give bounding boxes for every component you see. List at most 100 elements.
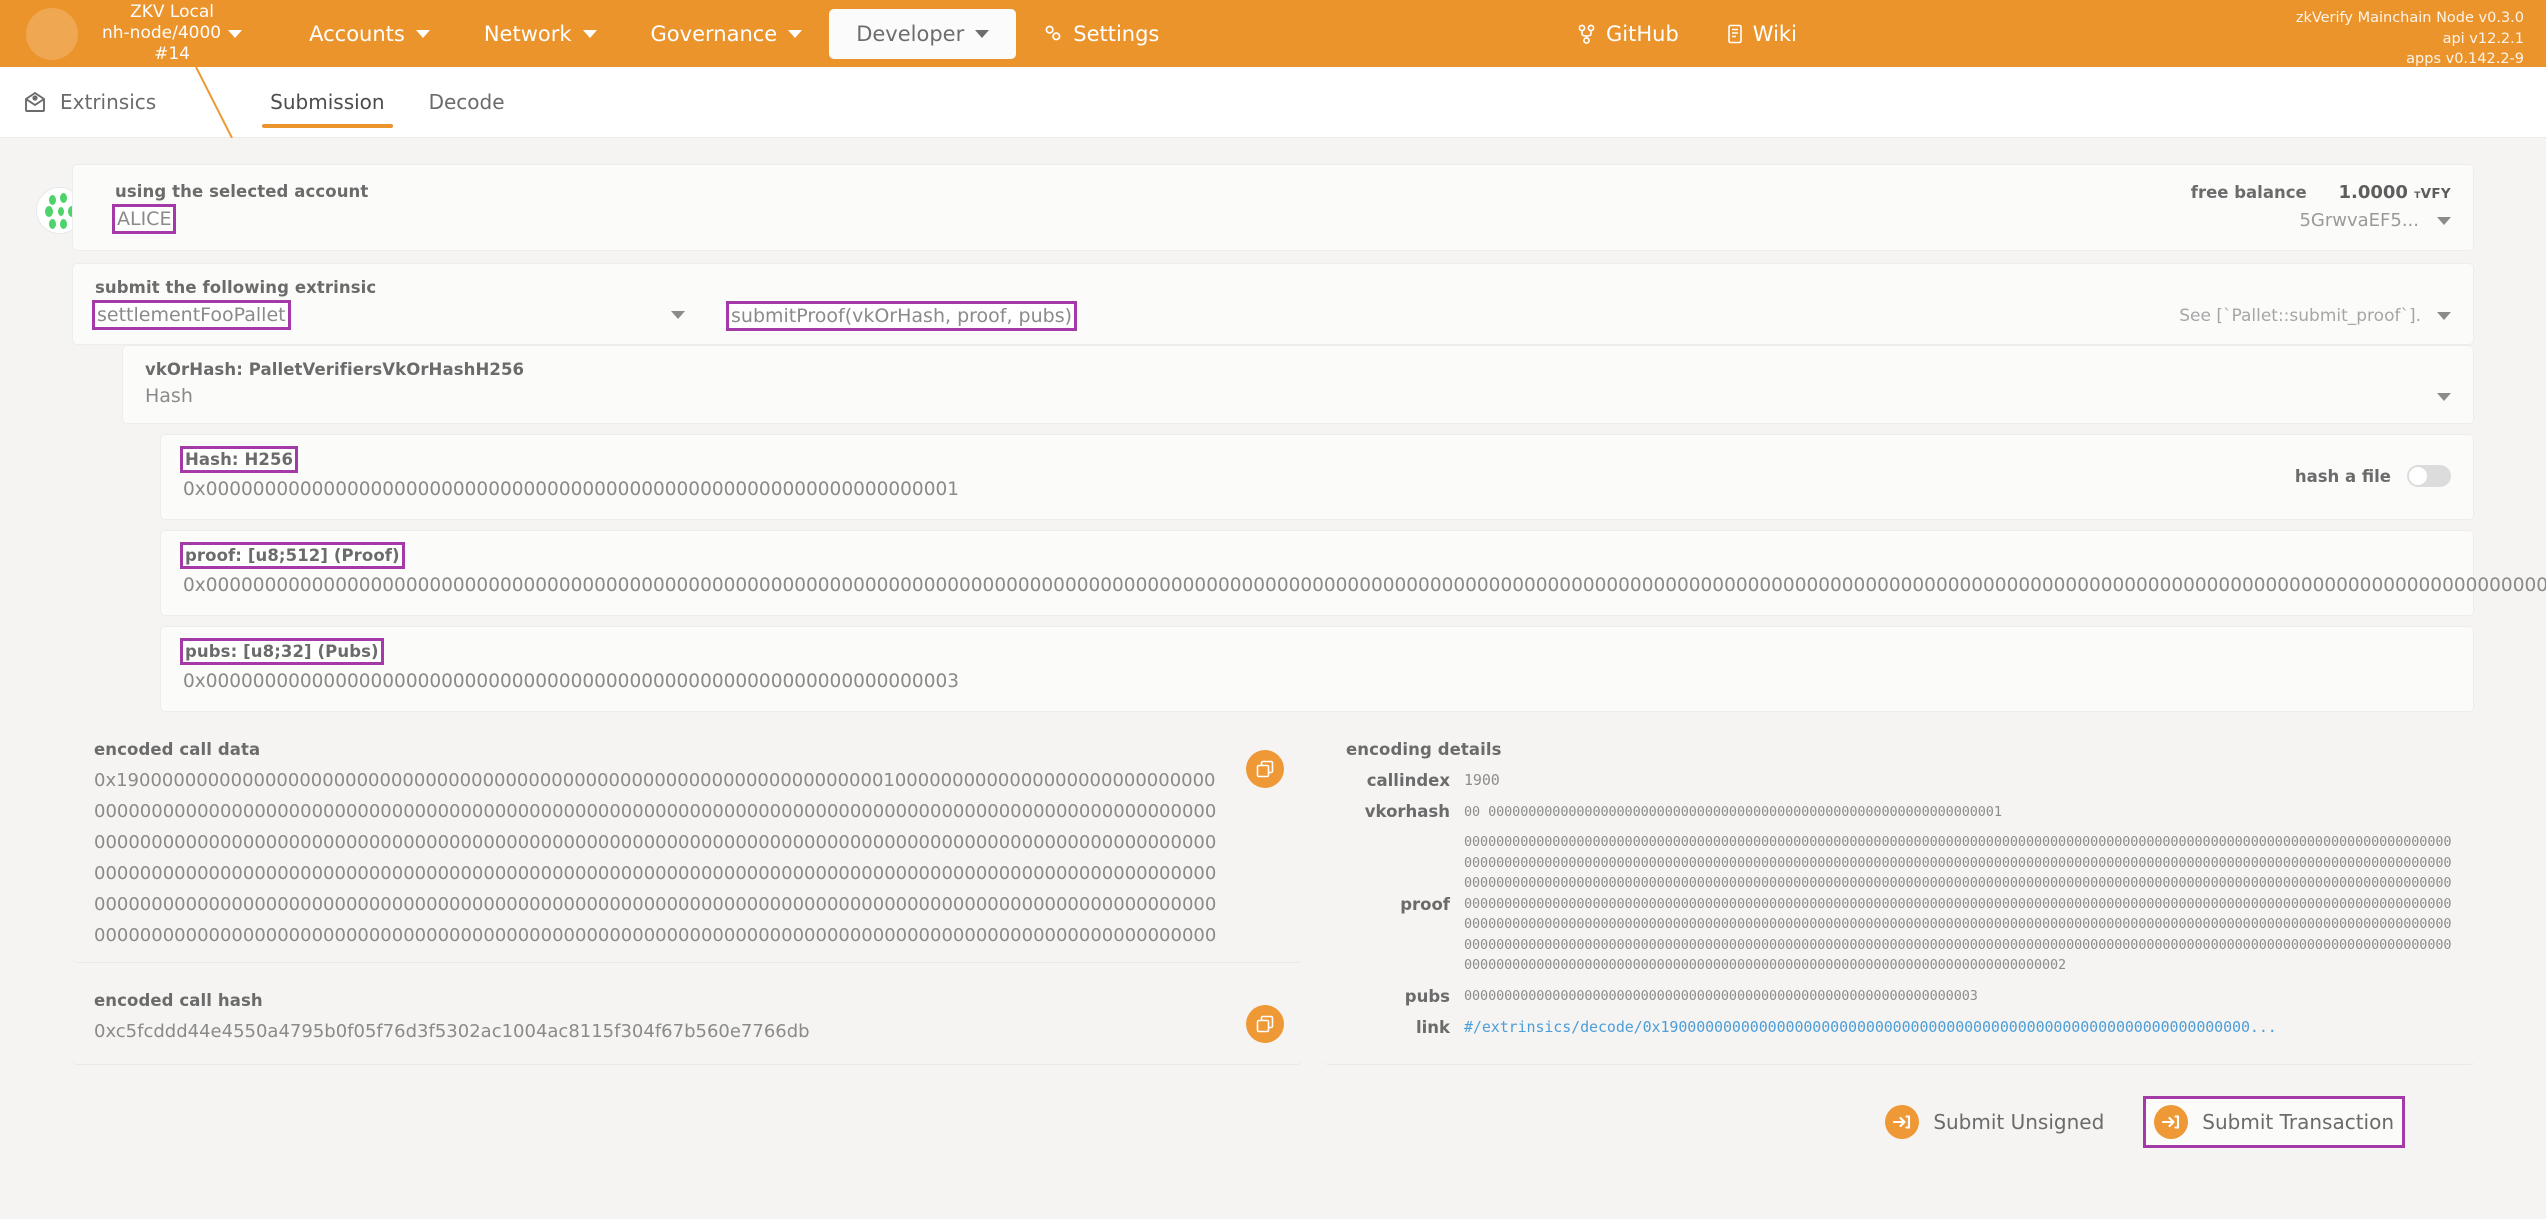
copy-call-data-button[interactable]: [1246, 749, 1284, 788]
param-pubs-label: pubs: [u8;32] (Pubs): [180, 637, 384, 665]
gear-icon: [1045, 25, 1061, 41]
extrinsic-params: vkOrHash: PalletVerifiersVkOrHashH256 Ha…: [122, 345, 2546, 712]
detail-key-vkorhash: vkorhash: [1364, 802, 1450, 822]
breadcrumb-divider: [192, 67, 248, 138]
extrinsic-docs-text: See [`Pallet::submit_proof`].: [2179, 306, 2421, 326]
external-links: GitHub Wiki: [1578, 0, 1797, 67]
chevron-down-icon: [788, 29, 803, 38]
tab-submission[interactable]: Submission: [248, 67, 406, 137]
copy-icon: [1256, 760, 1274, 778]
account-address: 5GrwvaEF5...: [2299, 210, 2419, 231]
extrinsic-label: submit the following extrinsic: [95, 278, 377, 297]
param-proof: proof: [u8;512] (Proof) 0x00000000000000…: [160, 529, 2546, 616]
chevron-down-icon: [671, 311, 685, 319]
version-info: zkVerify Mainchain Node v0.3.0 api v12.2…: [2296, 8, 2524, 70]
submit-arrow-icon: [2154, 1104, 2189, 1139]
nav-label-network: Network: [483, 21, 572, 46]
encoding-details-title: encoding details: [1346, 739, 1502, 759]
account-balance: free balance 1.0000 tVFY 5GrwvaEF5...: [2191, 182, 2451, 231]
tab-bar: Extrinsics Submission Decode: [0, 67, 2546, 138]
account-label: using the selected account: [115, 182, 369, 201]
detail-key-link: link: [1415, 1018, 1450, 1038]
encoding-section: encoded call data 0x19000000000000000000…: [72, 725, 2474, 1065]
hash-a-file-control: hash a file: [2295, 449, 2451, 487]
encoded-call-data-label: encoded call data: [94, 739, 261, 759]
encoding-details-box: encoding details callindex 1900 vkorhash…: [1324, 725, 2474, 1065]
nav-label-developer: Developer: [856, 21, 965, 46]
nav-item-accounts[interactable]: Accounts: [282, 9, 457, 59]
chain-logo: [26, 7, 78, 60]
chevron-down-icon[interactable]: [2437, 216, 2451, 225]
main-content: using the selected account ALICE free ba…: [0, 138, 2546, 1148]
detail-key-callindex: callindex: [1366, 770, 1450, 790]
node-name: ZKV Local: [130, 1, 214, 22]
github-icon: [1578, 24, 1595, 44]
action-buttons: Submit Unsigned Submit Transaction: [72, 1073, 2474, 1148]
detail-row-vkorhash: vkorhash 00 0000000000000000000000000000…: [1346, 802, 2452, 823]
nav-label-governance: Governance: [650, 21, 778, 46]
chevron-down-icon: [582, 29, 597, 38]
encoded-call-data-value: 0x19000000000000000000000000000000000000…: [94, 769, 1217, 946]
top-navigation-bar: ZKV Local nh-node/4000 #14 Accounts Netw…: [0, 0, 2546, 67]
detail-value-link[interactable]: #/extrinsics/decode/0x190000000000000000…: [1464, 1016, 2277, 1039]
nav-item-settings[interactable]: Settings: [1016, 9, 1186, 59]
pallet-value: settlementFooPallet: [92, 300, 291, 330]
param-hash-value[interactable]: 0x00000000000000000000000000000000000000…: [183, 478, 2295, 503]
free-balance-label: free balance: [2190, 183, 2307, 202]
github-link[interactable]: GitHub: [1578, 22, 1679, 46]
extrinsic-docs[interactable]: See [`Pallet::submit_proof`].: [2179, 278, 2451, 326]
wiki-icon: [1727, 24, 1742, 43]
tab-decode-label: Decode: [428, 90, 505, 114]
nav-item-governance[interactable]: Governance: [624, 9, 830, 59]
hash-a-file-toggle[interactable]: [2407, 465, 2451, 487]
nav-item-network[interactable]: Network: [457, 9, 624, 59]
detail-value-proof: 0000000000000000000000000000000000000000…: [1464, 834, 2452, 974]
submit-transaction-label: Submit Transaction: [2202, 1109, 2394, 1134]
nav-item-developer[interactable]: Developer: [829, 8, 1017, 59]
param-vkorhash: vkOrHash: PalletVerifiersVkOrHashH256 Ha…: [122, 345, 2474, 424]
param-hash-label: Hash: H256: [179, 446, 299, 473]
param-proof-label: proof: [u8;512] (Proof): [180, 541, 405, 569]
breadcrumb: Extrinsics: [0, 67, 192, 137]
chevron-down-icon: [2437, 312, 2451, 320]
method-value: submitProof(vkOrHash, proof, pubs): [725, 301, 1078, 331]
github-label: GitHub: [1606, 21, 1679, 46]
free-balance-amount: 1.0000: [2338, 182, 2408, 203]
tab-decode[interactable]: Decode: [407, 67, 527, 137]
copy-call-hash-button[interactable]: [1246, 1004, 1284, 1043]
param-pubs: pubs: [u8;32] (Pubs) 0x00000000000000000…: [160, 625, 2474, 712]
detail-value-pubs: 0000000000000000000000000000000000000000…: [1464, 987, 1978, 1004]
param-proof-value[interactable]: 0x00000000000000000000000000000000000000…: [183, 574, 2546, 599]
extrinsic-selector-card: submit the following extrinsic settlemen…: [72, 263, 2474, 345]
detail-key-pubs: pubs: [1404, 986, 1450, 1006]
pallet-select[interactable]: settlementFooPallet: [92, 300, 685, 330]
detail-row-pubs: pubs 00000000000000000000000000000000000…: [1346, 986, 2452, 1007]
submit-unsigned-button[interactable]: Submit Unsigned: [1877, 1099, 2112, 1145]
submit-arrow-icon: [1885, 1104, 1920, 1139]
detail-key-proof: proof: [1400, 894, 1450, 914]
breadcrumb-label: Extrinsics: [60, 90, 157, 114]
account-row: using the selected account ALICE free ba…: [36, 164, 2474, 251]
detail-value-callindex: 1900: [1464, 770, 1500, 789]
chevron-down-icon: [415, 29, 430, 38]
submit-unsigned-label: Submit Unsigned: [1933, 1109, 2105, 1134]
hash-a-file-label: hash a file: [2294, 466, 2391, 486]
extrinsics-icon: [25, 91, 45, 112]
encoded-call-hash-value: 0xc5fcddd44e4550a4795b0f05f76d3f5302ac10…: [94, 1020, 810, 1042]
chevron-down-icon[interactable]: [2437, 393, 2451, 401]
main-nav: Accounts Network Governance Developer Se…: [282, 8, 1186, 59]
version-api: api v12.2.1: [2442, 30, 2524, 47]
account-value[interactable]: ALICE: [111, 204, 177, 234]
param-vkorhash-label: vkOrHash: PalletVerifiersVkOrHashH256: [145, 360, 525, 379]
node-selector[interactable]: ZKV Local nh-node/4000 #14: [102, 1, 243, 66]
param-pubs-value[interactable]: 0x00000000000000000000000000000000000000…: [183, 670, 2451, 695]
wiki-link[interactable]: Wiki: [1727, 22, 1797, 46]
nav-label-settings: Settings: [1073, 21, 1160, 46]
param-vkorhash-value[interactable]: Hash: [145, 385, 2437, 407]
submit-transaction-button[interactable]: Submit Transaction: [2143, 1095, 2405, 1148]
wiki-label: Wiki: [1752, 21, 1797, 46]
detail-value-vkorhash: 00 0000000000000000000000000000000000000…: [1464, 803, 2002, 820]
chevron-down-icon: [975, 29, 990, 38]
method-select[interactable]: submitProof(vkOrHash, proof, pubs): [725, 278, 1078, 331]
encoded-call-data-box: encoded call data 0x19000000000000000000…: [72, 725, 1302, 963]
